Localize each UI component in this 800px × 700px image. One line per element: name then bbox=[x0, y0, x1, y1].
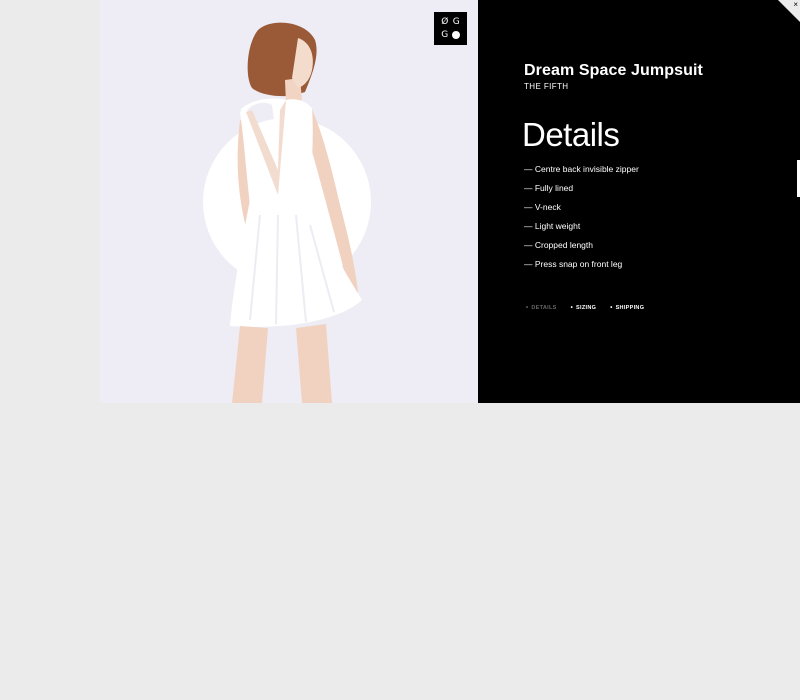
detail-item: — Cropped length bbox=[524, 240, 593, 250]
info-tabs: • DETAILS • SIZING • SHIPPING bbox=[526, 305, 644, 311]
detail-item: — Fully lined bbox=[524, 183, 574, 193]
section-title: Details bbox=[522, 116, 620, 153]
close-icon: × bbox=[793, 0, 798, 9]
brand-logo[interactable]: Ø G G bbox=[434, 12, 467, 45]
product-photo bbox=[230, 22, 362, 403]
logo-letter: G bbox=[441, 29, 449, 40]
detail-item: — Centre back invisible zipper bbox=[524, 164, 639, 174]
bullet-icon: • bbox=[610, 305, 613, 311]
tab-label: DETAILS bbox=[531, 305, 557, 311]
bullet-icon: • bbox=[570, 305, 574, 311]
product-image-pane: Ø G G bbox=[100, 0, 478, 403]
bullet-icon: • bbox=[526, 305, 529, 311]
detail-item: — Light weight bbox=[524, 221, 581, 231]
close-button[interactable]: × bbox=[778, 0, 800, 22]
product-title: Dream Space Jumpsuit bbox=[524, 62, 703, 79]
brand-name: THE FIFTH bbox=[524, 82, 569, 91]
filled-circle-icon bbox=[451, 29, 463, 42]
detail-item: — Press snap on front leg bbox=[524, 259, 623, 269]
tab-sizing[interactable]: • SIZING bbox=[571, 305, 597, 311]
logo-letter: G bbox=[452, 17, 460, 28]
tab-shipping[interactable]: • SHIPPING bbox=[610, 305, 644, 311]
tab-label: SIZING bbox=[576, 305, 597, 311]
product-info-pane: Dream Space Jumpsuit THE FIFTH Details —… bbox=[478, 0, 800, 403]
product-modal: Ø G G Dream Space Jumpsuit THE FIFTH Det… bbox=[100, 0, 800, 403]
tab-label: SHIPPING bbox=[615, 305, 645, 311]
detail-list: — Centre back invisible zipper — Fully l… bbox=[524, 160, 639, 274]
logo-letter: Ø bbox=[441, 17, 449, 28]
tab-details[interactable]: • DETAILS bbox=[526, 305, 557, 311]
detail-item: — V-neck bbox=[524, 202, 561, 212]
